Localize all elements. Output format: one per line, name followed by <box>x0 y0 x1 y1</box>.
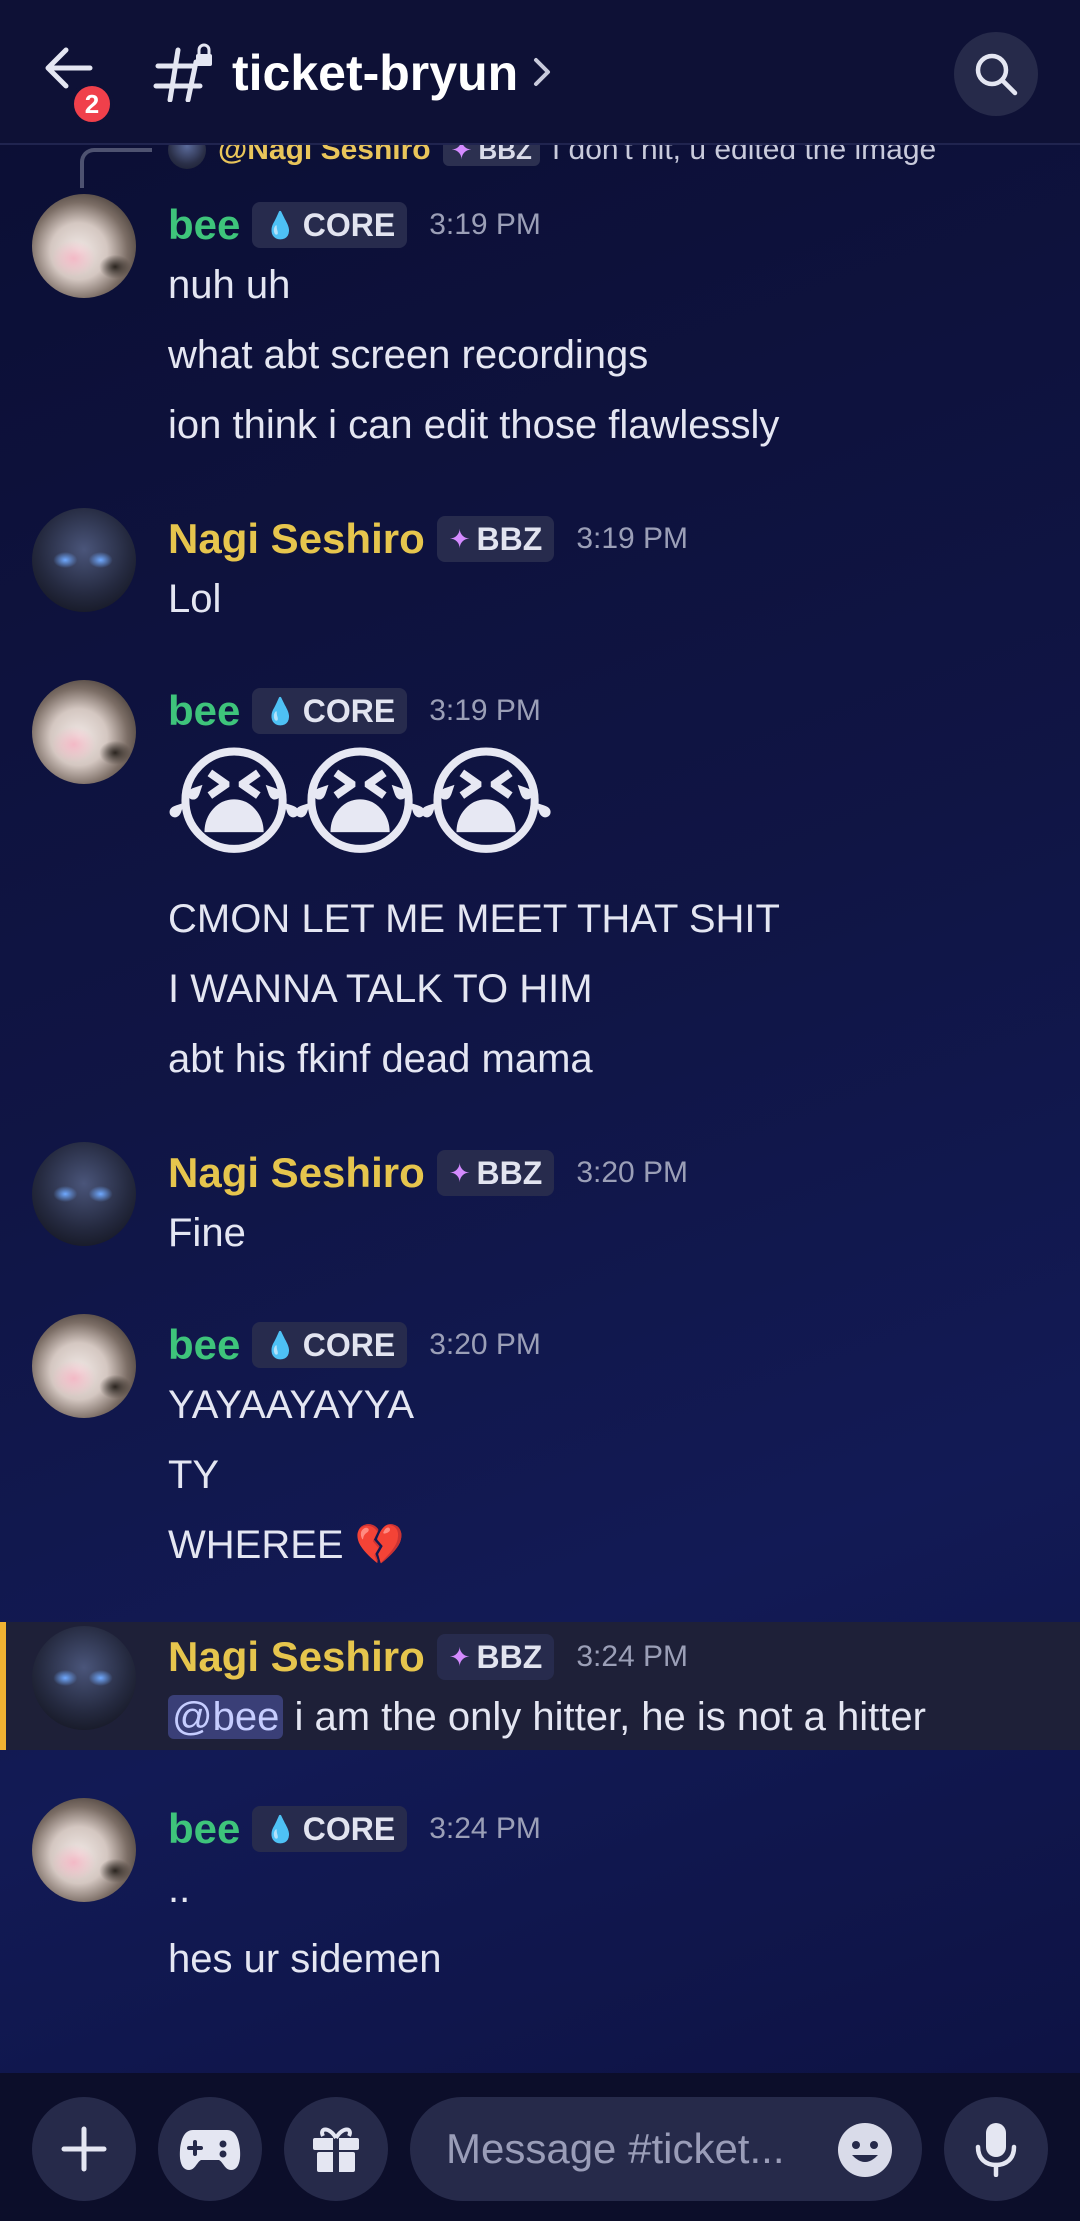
message-header: bee 💧 CORE 3:19 PM <box>168 198 541 252</box>
avatar[interactable] <box>32 1314 136 1418</box>
add-attachment-button[interactable] <box>32 2097 136 2201</box>
role-tag-label: CORE <box>302 1810 396 1847</box>
avatar[interactable] <box>32 194 136 298</box>
channel-name[interactable]: ticket-bryun <box>232 38 518 108</box>
drop-icon: 💧 <box>264 1813 297 1844</box>
author-name[interactable]: bee <box>168 1318 240 1372</box>
crying-emoji[interactable]: 😭 <box>290 738 430 868</box>
message-text: WHEREE <box>168 1523 344 1567</box>
search-button[interactable] <box>954 32 1038 116</box>
role-tag-label: CORE <box>302 1326 396 1363</box>
crying-emoji[interactable]: 😭 <box>416 738 556 868</box>
message-line: I WANNA TALK TO HIM <box>168 967 593 1011</box>
drop-icon: 💧 <box>264 695 297 726</box>
role-tag-label: BBZ <box>476 520 543 557</box>
voice-message-button[interactable] <box>944 2097 1048 2201</box>
plus-icon <box>61 2126 107 2172</box>
chevron-right-icon[interactable] <box>528 52 556 92</box>
message-text: i am the only hitter, he is not a hitter <box>294 1695 926 1739</box>
crying-emoji[interactable]: 😭 <box>164 738 304 868</box>
role-tag-label: BBZ <box>476 1154 543 1191</box>
role-tag-label: CORE <box>302 692 396 729</box>
reply-connector <box>80 148 152 188</box>
message-header: Nagi Seshiro ✦ BBZ 3:19 PM <box>168 512 688 566</box>
role-tag[interactable]: ✦ BBZ <box>436 1150 555 1196</box>
role-tag-label: BBZ <box>476 1638 543 1675</box>
timestamp: 3:19 PM <box>429 694 541 727</box>
message-line: .. <box>168 1867 191 1911</box>
author-name[interactable]: bee <box>168 198 240 252</box>
timestamp: 3:20 PM <box>576 1156 689 1189</box>
message-header: bee 💧 CORE 3:24 PM <box>168 1802 541 1856</box>
sparkle-icon: ✦ <box>448 1157 471 1188</box>
message-header: Nagi Seshiro ✦ BBZ 3:24 PM <box>168 1630 688 1684</box>
message-line: what abt screen recordings <box>168 333 649 377</box>
message-header: Nagi Seshiro ✦ BBZ 3:20 PM <box>168 1146 688 1200</box>
drop-icon: 💧 <box>264 209 297 240</box>
author-name[interactable]: bee <box>168 1802 240 1856</box>
message-line: hes ur sidemen <box>168 1937 442 1981</box>
message-line: WHEREE 💔 <box>168 1518 405 1572</box>
author-name[interactable]: Nagi Seshiro <box>168 1630 425 1684</box>
timestamp: 3:20 PM <box>429 1328 541 1361</box>
avatar[interactable] <box>32 508 136 612</box>
message-composer-bar: Message #ticket... <box>0 2073 1080 2221</box>
message-line: @bee i am the only hitter, he is not a h… <box>168 1690 926 1744</box>
message-line: Lol <box>168 577 222 621</box>
channel-header: 2 ticket-bryun <box>0 0 1080 145</box>
broken-heart-emoji[interactable]: 💔 <box>355 1523 405 1567</box>
user-mention[interactable]: @bee <box>168 1695 284 1739</box>
gift-button[interactable] <box>284 2097 388 2201</box>
message-line: CMON LET ME MEET THAT SHIT <box>168 897 780 941</box>
drop-icon: 💧 <box>264 1329 297 1360</box>
role-tag[interactable]: 💧 CORE <box>252 1806 408 1852</box>
message-line: Fine <box>168 1211 246 1255</box>
microphone-icon <box>975 2123 1017 2177</box>
author-name[interactable]: Nagi Seshiro <box>168 512 425 566</box>
author-name[interactable]: Nagi Seshiro <box>168 1146 425 1200</box>
author-name[interactable]: bee <box>168 684 240 738</box>
gamepad-icon <box>179 2130 241 2170</box>
notification-badge: 2 <box>70 82 114 126</box>
timestamp: 3:24 PM <box>576 1640 689 1673</box>
message-line: ion think i can edit those flawlessly <box>168 403 780 447</box>
timestamp: 3:19 PM <box>576 522 689 555</box>
message-input-placeholder: Message #ticket... <box>446 2125 785 2172</box>
message-line: abt his fkinf dead mama <box>168 1037 593 1081</box>
avatar[interactable] <box>32 680 136 784</box>
sparkle-icon: ✦ <box>448 1641 471 1672</box>
message-header: bee 💧 CORE 3:19 PM <box>168 684 541 738</box>
message-line: TY <box>168 1453 220 1497</box>
avatar[interactable] <box>32 1142 136 1246</box>
timestamp: 3:19 PM <box>429 208 541 241</box>
avatar[interactable] <box>32 1798 136 1902</box>
gift-icon <box>313 2127 359 2172</box>
message-line: YAYAAYAYYA <box>168 1383 415 1427</box>
message-header: bee 💧 CORE 3:20 PM <box>168 1318 541 1372</box>
timestamp: 3:24 PM <box>429 1812 541 1845</box>
search-icon <box>975 53 1018 96</box>
activities-button[interactable] <box>158 2097 262 2201</box>
role-tag[interactable]: ✦ BBZ <box>436 1634 555 1680</box>
message-line: nuh uh <box>168 263 291 307</box>
emoji-icon[interactable] <box>836 2121 894 2179</box>
role-tag-label: CORE <box>302 206 396 243</box>
role-tag[interactable]: ✦ BBZ <box>436 516 555 562</box>
avatar[interactable] <box>32 1626 136 1730</box>
role-tag[interactable]: 💧 CORE <box>252 1322 408 1368</box>
sparkle-icon: ✦ <box>448 523 471 554</box>
channel-hash-lock-icon <box>153 43 212 102</box>
role-tag[interactable]: 💧 CORE <box>252 202 408 248</box>
role-tag[interactable]: 💧 CORE <box>252 688 408 734</box>
